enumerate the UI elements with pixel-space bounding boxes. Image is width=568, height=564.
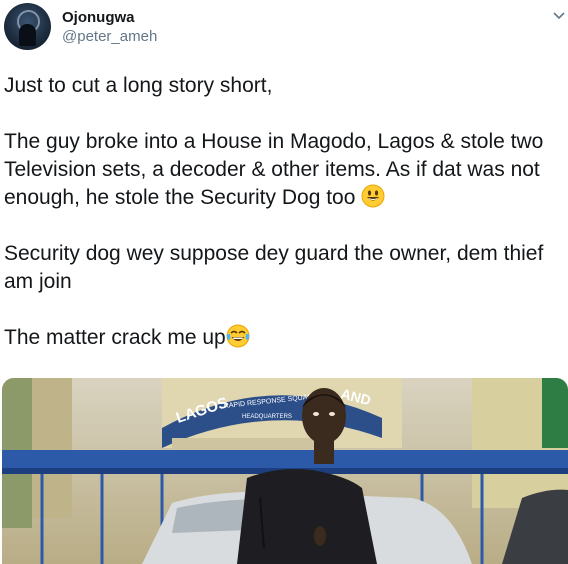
smiling-face-icon	[361, 184, 385, 208]
tweet-line-4: The matter crack me up	[4, 324, 564, 352]
chevron-down-icon[interactable]	[552, 8, 566, 22]
tweet-photo[interactable]: LAGOS RAPID RESPONSE SQUAD HEADQUARTERS …	[2, 378, 568, 564]
tweet-line-4-text: The matter crack me up	[4, 326, 226, 349]
tweet-line-3: Security dog wey suppose dey guard the o…	[4, 242, 544, 293]
tears-of-joy-icon	[226, 324, 250, 348]
sign-text-hq: HEADQUARTERS	[242, 414, 292, 420]
avatar-figure	[19, 24, 36, 46]
tweet-line-2-text: The guy broke into a House in Magodo, La…	[4, 130, 544, 209]
user-handle[interactable]: @peter_ameh	[62, 28, 157, 45]
tweet-text: Just to cut a long story short, The guy …	[4, 72, 564, 380]
tweet-header: Ojonugwa @peter_ameh	[0, 0, 568, 60]
display-name[interactable]: Ojonugwa	[62, 9, 135, 26]
avatar[interactable]	[4, 3, 51, 50]
tweet-line-2: The guy broke into a House in Magodo, La…	[4, 128, 564, 212]
photo-scene: LAGOS RAPID RESPONSE SQUAD HEADQUARTERS …	[2, 378, 568, 564]
tweet-line-1: Just to cut a long story short,	[4, 74, 273, 97]
